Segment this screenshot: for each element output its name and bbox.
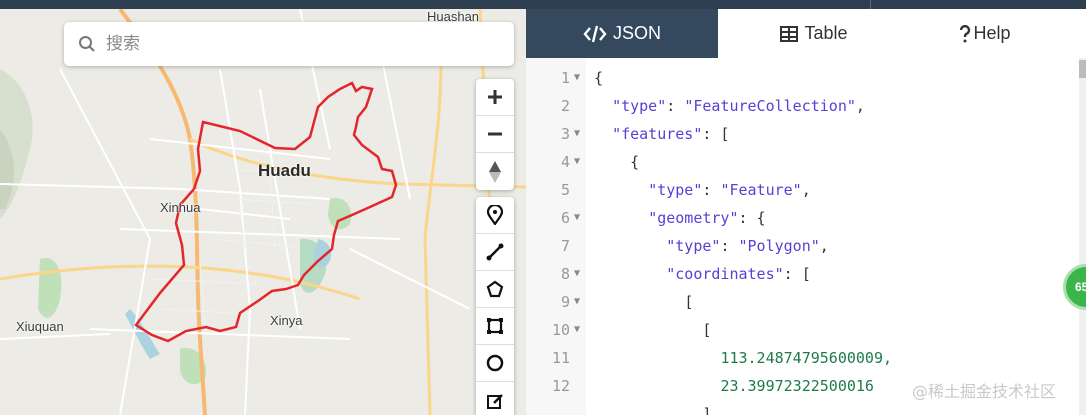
zoom-controls [476, 79, 514, 190]
line-number: 1 [560, 69, 570, 87]
tab-help-label: Help [973, 23, 1011, 43]
fold-toggle-icon[interactable]: ▼ [574, 120, 580, 148]
line-number: 8 [560, 265, 570, 283]
tab-help[interactable]: Help [910, 9, 1060, 58]
map-basemap [0, 9, 526, 415]
json-key: "geometry" [648, 209, 739, 227]
edit-layers-button[interactable] [476, 382, 514, 415]
draw-polygon-button[interactable] [476, 271, 514, 308]
code-line: 5 "type": "Feature", [526, 176, 1086, 204]
code-text: [ [702, 321, 712, 339]
draw-toolbar [476, 197, 514, 415]
json-string: "Polygon" [738, 237, 820, 255]
line-number: 2 [560, 97, 570, 115]
code-line: 9 ▼ [ [526, 288, 1086, 316]
code-line: 11 113.24874795600009, [526, 344, 1086, 372]
line-number: 7 [560, 237, 570, 255]
line-number: 6 [560, 209, 570, 227]
compass-icon [489, 160, 501, 183]
code-line: 8 ▼ "coordinates": [ [526, 260, 1086, 288]
code-line: 7 "type": "Polygon", [526, 232, 1086, 260]
code-text: : [ [702, 125, 730, 143]
table-icon [780, 25, 799, 42]
code-text: : [ [783, 265, 811, 283]
tab-table-label: Table [804, 23, 848, 43]
json-string: "Feature" [720, 181, 802, 199]
top-bar [0, 0, 1086, 9]
fold-toggle-icon[interactable]: ▼ [574, 148, 580, 176]
fold-toggle-icon[interactable]: ▼ [574, 316, 580, 344]
line-icon [486, 243, 504, 261]
code-line: ], [526, 400, 1086, 415]
code-text: { [630, 153, 640, 171]
edit-icon [487, 393, 503, 409]
rectangle-icon [487, 318, 503, 334]
draw-circle-button[interactable] [476, 345, 514, 382]
place-label-huadu: Huadu [258, 161, 311, 180]
place-label-xiuquan: Xiuquan [16, 319, 64, 334]
code-line: 4 ▼ { [526, 148, 1086, 176]
line-number: 12 [551, 377, 570, 395]
editor-scrollbar[interactable] [1079, 58, 1086, 415]
zoom-in-icon [488, 90, 502, 104]
tab-table[interactable]: Table [718, 9, 910, 58]
line-number: 5 [560, 181, 570, 199]
code-text: { [594, 69, 604, 87]
map-view[interactable]: Huashan Huadu Xinhua Xinya Xiuquan [0, 9, 526, 415]
tab-json[interactable]: JSON [526, 9, 718, 58]
code-line: 10 ▼ [ [526, 316, 1086, 344]
json-key: "type" [666, 237, 721, 255]
line-number: 3 [560, 125, 570, 143]
line-number: 11 [551, 349, 570, 367]
line-number: 4 [560, 153, 570, 171]
scrollbar-thumb[interactable] [1079, 60, 1086, 78]
draw-line-button[interactable] [476, 234, 514, 271]
place-label-xinya: Xinya [270, 313, 303, 328]
code-icon [583, 25, 607, 43]
json-key: "coordinates" [666, 265, 784, 283]
fold-toggle-icon[interactable]: ▼ [574, 64, 580, 92]
zoom-out-icon [488, 132, 502, 136]
question-icon [959, 24, 971, 43]
line-number: 9 [560, 293, 570, 311]
code-text: ], [702, 405, 721, 415]
watermark: @稀土掘金技术社区 [912, 382, 1057, 401]
polygon-icon [486, 280, 504, 298]
draw-marker-button[interactable] [476, 197, 514, 234]
fold-toggle-icon[interactable]: ▼ [574, 288, 580, 316]
fold-toggle-icon[interactable]: ▼ [574, 204, 580, 232]
code-text: [ [684, 293, 694, 311]
fold-toggle-icon[interactable]: ▼ [574, 260, 580, 288]
place-label-xinhua: Xinhua [160, 200, 201, 215]
compass-button[interactable] [476, 153, 514, 190]
code-line: 6 ▼ "geometry": { [526, 204, 1086, 232]
zoom-in-button[interactable] [476, 79, 514, 116]
code-line: 1 ▼ { [526, 64, 1086, 92]
search-icon [79, 36, 95, 52]
json-editor[interactable]: 1 ▼ { 2 "type": "FeatureCollection", 3 ▼… [526, 58, 1086, 415]
side-panel: JSON Table Help 1 ▼ { 2 "type": "Feature… [526, 9, 1086, 415]
code-text: : { [738, 209, 766, 227]
panel-tabs: JSON Table Help [526, 9, 1086, 58]
code-line: 3 ▼ "features": [ [526, 120, 1086, 148]
draw-rectangle-button[interactable] [476, 308, 514, 345]
top-bar-divider [870, 0, 871, 9]
code-line: 2 "type": "FeatureCollection", [526, 92, 1086, 120]
search-input[interactable] [106, 34, 486, 54]
json-key: "features" [612, 125, 703, 143]
json-key: "type" [648, 181, 703, 199]
json-string: "FeatureCollection" [684, 97, 856, 115]
tab-json-label: JSON [612, 23, 661, 43]
line-number: 10 [551, 321, 570, 339]
json-key: "type" [612, 97, 667, 115]
json-number: 113.24874795600009, [720, 349, 893, 367]
json-number: 23.39972322500016 [720, 377, 874, 395]
map-search-box[interactable] [64, 22, 514, 66]
circle-icon [486, 354, 504, 372]
marker-icon [486, 205, 504, 225]
zoom-out-button[interactable] [476, 116, 514, 153]
